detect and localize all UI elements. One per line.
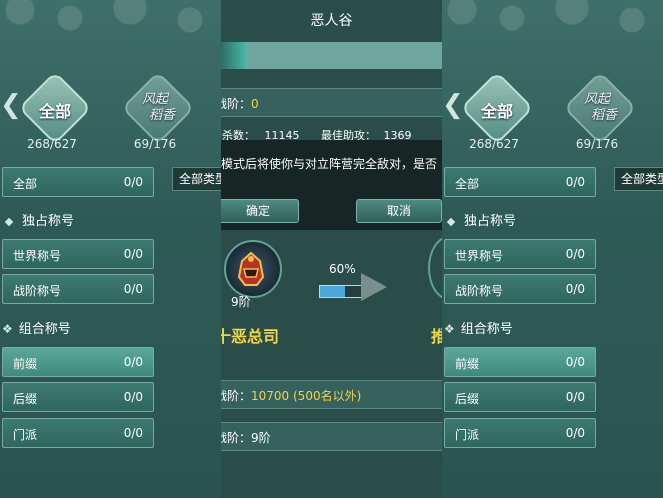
row-label: 世界称号 (13, 249, 62, 263)
weekly-value: 10700 (500名以外) (251, 389, 362, 403)
cloud-decoration (0, 0, 221, 48)
all-category-label: 全部 (480, 102, 513, 121)
section-combo: ❖ 组合称号 (444, 318, 513, 337)
row-all[interactable]: 全部 0/0 (444, 167, 596, 197)
row-label: 门派 (13, 428, 38, 442)
faction-title: 十恶总司 (221, 327, 280, 346)
section-label: 独占称号 (22, 214, 75, 229)
double-diamond-icon: ❖ (2, 322, 13, 336)
row-label: 世界称号 (455, 249, 504, 263)
rank-row: 战阶：0 (221, 95, 259, 112)
rank-progress-fill (320, 286, 346, 297)
row-value: 0/0 (565, 282, 585, 296)
row-battle[interactable]: 战阶称号 0/0 (444, 274, 596, 304)
diamond-icon (4, 217, 14, 226)
type-dropdown[interactable]: 全部类型 (172, 167, 221, 191)
count-all: 268/627 (469, 137, 519, 151)
bottom-row: 战阶：9阶 (221, 429, 271, 446)
camp-progress-fill (221, 42, 248, 69)
row-value: 0/0 (565, 390, 585, 404)
dialog-text: 开启模式后将使你与对立阵营完全敌对，是否 (221, 157, 438, 171)
camp-title: 恶人谷 (310, 13, 353, 29)
left-title-panel: ❮ 全部 风起 稻香 268/627 69/176 全部类型 全部 0/0 独占… (0, 0, 221, 498)
row-label: 全部 (455, 177, 480, 191)
diamond-icon (446, 217, 456, 226)
weekly-label: 战阶： (221, 389, 252, 403)
section-exclusive: 独占称号 (4, 210, 75, 229)
row-value: 0/0 (123, 247, 143, 261)
row-prefix[interactable]: 前缀 0/0 (444, 347, 596, 377)
bottom-label: 战阶： (221, 431, 252, 445)
row-label: 战阶称号 (455, 284, 504, 298)
row-sect[interactable]: 门派 0/0 (444, 418, 596, 448)
section-label: 组合称号 (18, 322, 71, 337)
row-label: 前缀 (455, 357, 480, 371)
row-label: 后缀 (455, 392, 480, 406)
fengqi-line1: 风起 (141, 92, 168, 107)
section-label: 独占称号 (464, 214, 517, 229)
row-label: 战阶称号 (13, 284, 62, 298)
fengqi-line1: 风起 (583, 92, 610, 107)
rank-value: 0 (251, 97, 259, 111)
row-value: 0/0 (565, 426, 585, 440)
row-value: 0/0 (123, 390, 143, 404)
percent-label: 60% (329, 262, 356, 276)
double-diamond-icon: ❖ (444, 322, 455, 336)
section-combo: ❖ 组合称号 (2, 318, 71, 337)
rank-progress-bar (319, 285, 363, 298)
right-partial-text: 推 (431, 327, 442, 346)
count-fengqi: 69/176 (575, 137, 619, 151)
row-label: 门派 (455, 428, 480, 442)
fengqi-line2: 稻香 (148, 108, 175, 123)
helmet-icon (237, 251, 265, 286)
helmet-rank: 9阶 (231, 295, 251, 309)
row-all[interactable]: 全部 0/0 (2, 167, 154, 197)
count-fengqi: 69/176 (133, 137, 177, 151)
row-world[interactable]: 世界称号 0/0 (444, 239, 596, 269)
prev-arrow-icon[interactable]: ❮ (442, 88, 464, 122)
row-battle[interactable]: 战阶称号 0/0 (2, 274, 154, 304)
fengqi-category-label: 风起 稻香 (125, 92, 185, 124)
cloud-decoration (442, 0, 663, 48)
row-label: 前缀 (13, 357, 38, 371)
row-value: 0/0 (565, 355, 585, 369)
section-exclusive: 独占称号 (446, 210, 517, 229)
confirm-button[interactable]: 确定 (221, 199, 299, 223)
row-suffix[interactable]: 后缀 0/0 (444, 382, 596, 412)
row-value: 0/0 (123, 355, 143, 369)
row-world[interactable]: 世界称号 0/0 (2, 239, 154, 269)
type-dropdown[interactable]: 全部类型 (614, 167, 663, 191)
section-label: 组合称号 (460, 322, 513, 337)
right-title-panel: ❮ 全部 风起 稻香 268/627 69/176 全部类型 全部 0/0 独占… (442, 0, 663, 498)
cancel-button[interactable]: 取消 (356, 199, 442, 223)
next-rank-badge (428, 236, 442, 300)
row-value: 0/0 (123, 426, 143, 440)
camp-progress-bar (221, 42, 442, 69)
row-value: 0/0 (565, 175, 585, 189)
row-prefix[interactable]: 前缀 0/0 (2, 347, 154, 377)
row-label: 后缀 (13, 392, 38, 406)
rank-label: 战阶： (221, 97, 252, 111)
count-all: 268/627 (27, 137, 77, 151)
prev-arrow-icon[interactable]: ❮ (0, 88, 22, 122)
fengqi-category-label: 风起 稻香 (567, 92, 627, 124)
fengqi-line2: 稻香 (590, 108, 617, 123)
row-sect[interactable]: 门派 0/0 (2, 418, 154, 448)
weekly-row: 战阶：10700 (500名以外) (221, 387, 361, 404)
all-category-label: 全部 (38, 102, 71, 121)
row-label: 全部 (13, 177, 38, 191)
bottom-value: 9阶 (251, 431, 271, 445)
row-value: 0/0 (565, 247, 585, 261)
camp-panel: 恶人谷 战阶：0 击杀数： 11145 最佳助攻： 1369 开启模式后将使你与… (221, 0, 442, 498)
row-value: 0/0 (123, 282, 143, 296)
row-value: 0/0 (123, 175, 143, 189)
row-suffix[interactable]: 后缀 0/0 (2, 382, 154, 412)
arrow-indicator-icon (361, 273, 387, 301)
